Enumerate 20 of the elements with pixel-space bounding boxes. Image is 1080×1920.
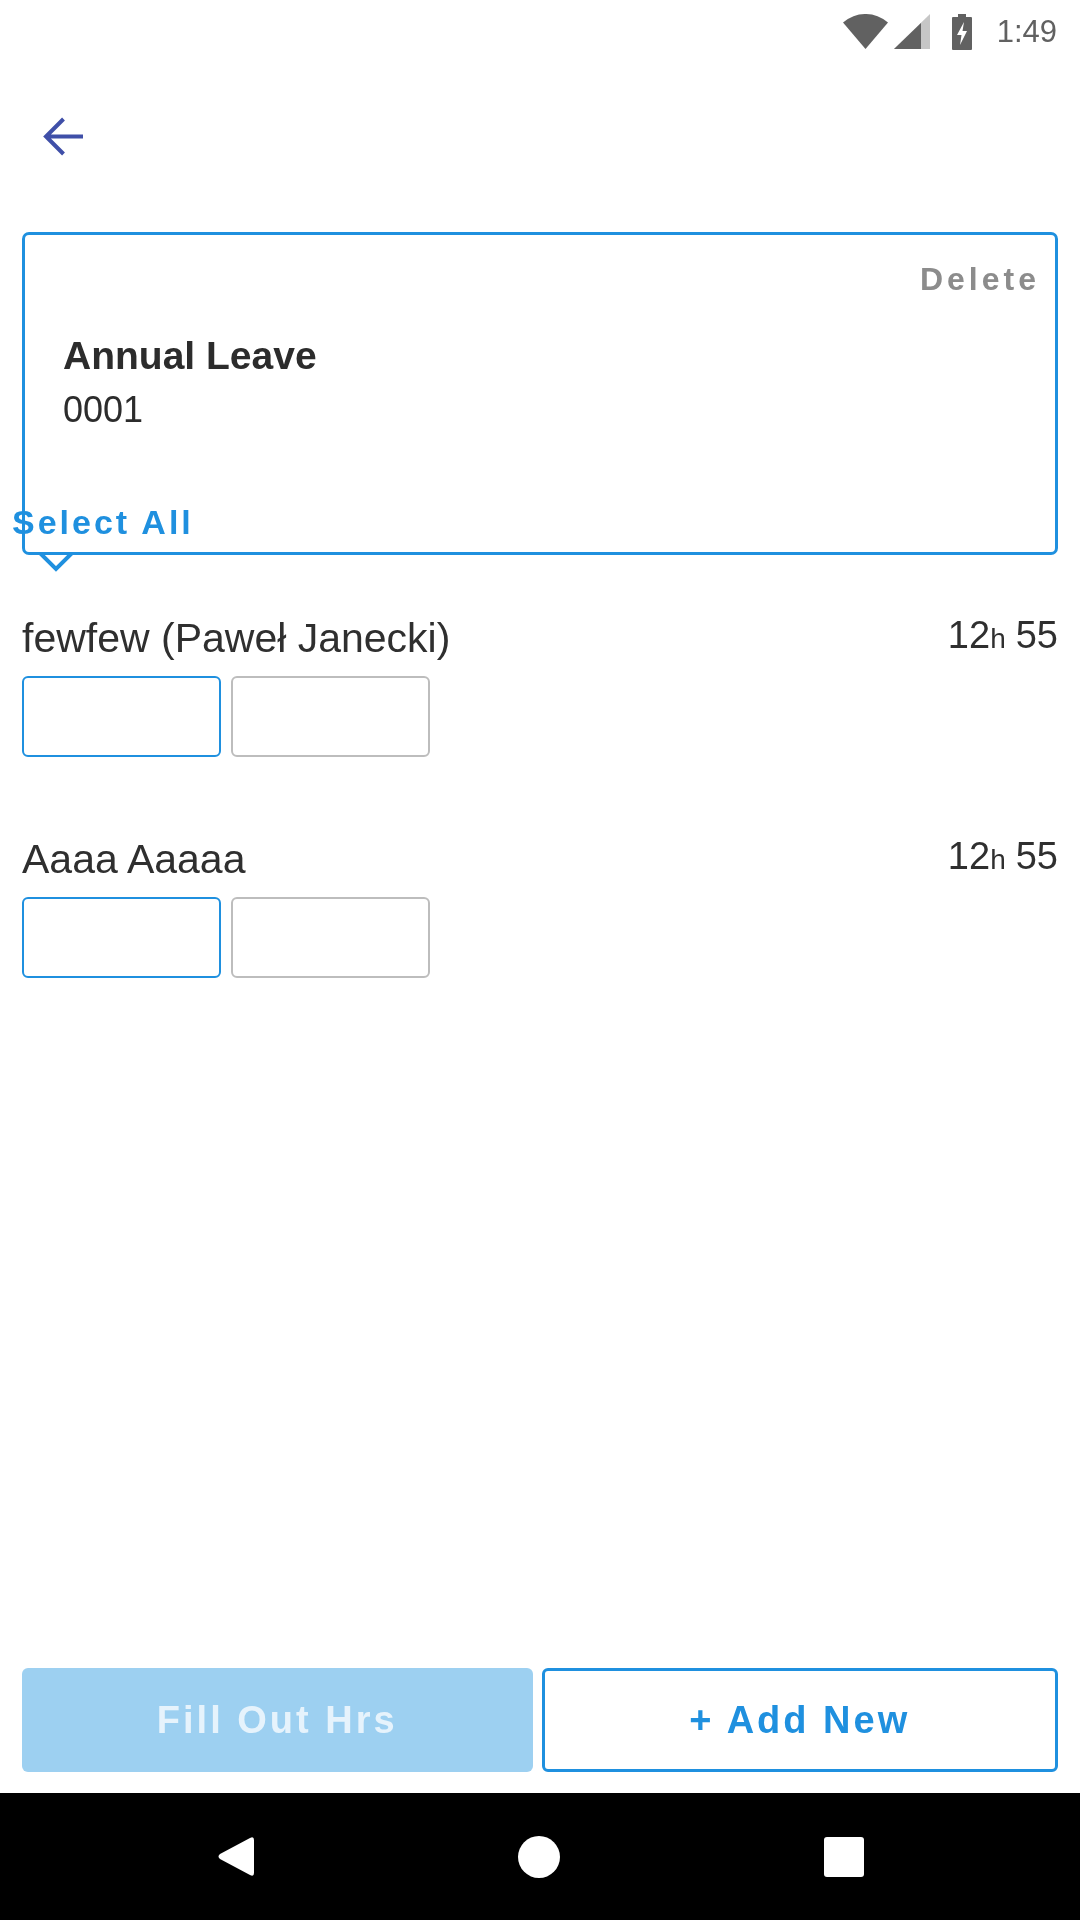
back-arrow-icon[interactable] — [43, 116, 84, 157]
delete-button[interactable]: Delete — [919, 261, 1040, 297]
battery-charging-icon — [951, 13, 972, 50]
leave-title: Annual Leave — [63, 333, 317, 379]
input-field[interactable] — [231, 676, 430, 757]
nav-back-icon[interactable] — [216, 1836, 254, 1877]
duration-text: 12h 55 — [947, 835, 1058, 879]
leave-code: 0001 — [63, 388, 144, 432]
signal-icon — [893, 14, 930, 49]
nav-recents-icon[interactable] — [823, 1836, 864, 1877]
status-time: 1:49 — [996, 13, 1057, 50]
employee-name: Aaaa Aaaaa — [22, 835, 246, 883]
employee-name: fewfew (Paweł Janecki) — [22, 614, 451, 662]
input-field[interactable] — [22, 897, 221, 978]
input-field[interactable] — [231, 897, 430, 978]
input-field[interactable] — [22, 676, 221, 757]
nav-home-icon[interactable] — [517, 1835, 560, 1878]
add-new-button[interactable]: + Add New — [541, 1668, 1058, 1772]
wifi-icon — [842, 14, 888, 49]
duration-text: 12h 55 — [947, 614, 1058, 658]
